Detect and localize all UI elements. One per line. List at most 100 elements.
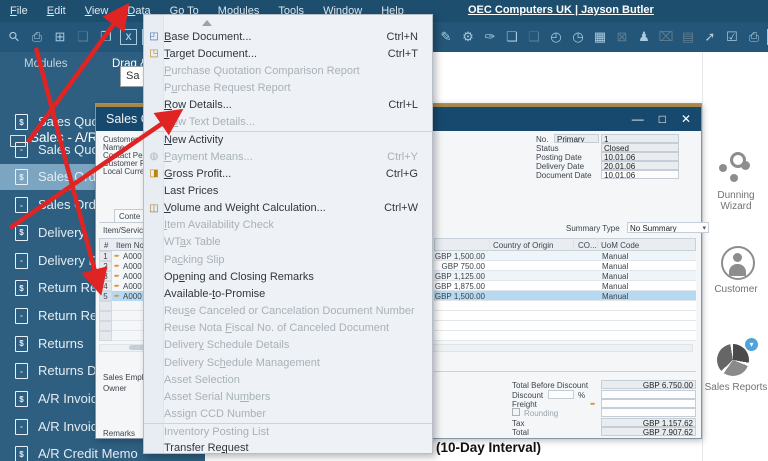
totals-label-total-before-discount: Total Before Discount <box>512 381 588 390</box>
chart-shortcut-icon[interactable]: ➚ <box>701 27 719 46</box>
rounding-checkbox[interactable] <box>512 408 520 416</box>
menu-item-new-activity[interactable]: New Activity <box>144 131 432 148</box>
grid-icon[interactable]: ▤ <box>679 27 697 46</box>
field-value-delivery-date[interactable]: 20.01.06 <box>601 161 679 170</box>
row-number-cell[interactable] <box>99 331 112 341</box>
copy-icon[interactable]: ❐ <box>97 27 115 46</box>
amount-cell: GBP 1,875.00 <box>434 282 485 291</box>
menu-item-shortcut: Ctrl+G <box>386 168 432 180</box>
menu-item-reuse-nota-fiscal-no-of-canceled-document[interactable]: Reuse Nota Fiscal No. of Canceled Docume… <box>144 320 432 337</box>
menu-item-label: Delivery Schedule Management <box>164 357 320 369</box>
totals-value-rounding <box>601 408 696 417</box>
menu-item-delivery-schedule-management[interactable]: Delivery Schedule Management <box>144 354 432 371</box>
totals-value-freight <box>601 399 696 408</box>
menubar-item-edit[interactable]: Edit <box>47 5 66 17</box>
minimize-icon[interactable]: — <box>632 112 644 126</box>
table-row[interactable] <box>434 311 696 321</box>
edit-icon[interactable]: ✎ <box>437 27 455 46</box>
link-arrow-icon[interactable]: ➨ <box>114 262 120 270</box>
menubar-item-view[interactable]: View <box>85 5 109 17</box>
menu-item-packing-slip[interactable]: Packing Slip <box>144 251 432 268</box>
archive-icon[interactable]: ⌧ <box>657 27 675 46</box>
link-arrow-icon[interactable]: ➨ <box>114 282 120 290</box>
row-number-cell[interactable] <box>99 321 112 331</box>
menu-item-reuse-canceled-or-cancelation-document-number[interactable]: Reuse Canceled or Cancelation Document N… <box>144 303 432 320</box>
menu-item-target-document[interactable]: ◳Target Document...Ctrl+T <box>144 45 432 62</box>
menu-item-row-details[interactable]: Row Details...Ctrl+L <box>144 97 432 114</box>
comment-disabled-icon[interactable]: ❏ <box>525 27 543 46</box>
menu-item-gross-profit[interactable]: ◨Gross Profit...Ctrl+G <box>144 165 432 182</box>
menu-item-assign-ccd-number[interactable]: Assign CCD Number <box>144 405 432 422</box>
menu-item-asset-serial-numbers[interactable]: Asset Serial Numbers <box>144 388 432 405</box>
form-check-icon[interactable]: ☑ <box>723 27 741 46</box>
item-number-cell[interactable]: A000 <box>123 282 142 291</box>
menu-item-purchase-quotation-comparison-report[interactable]: Purchase Quotation Comparison Report <box>144 62 432 79</box>
chevron-badge-icon[interactable]: ▾ <box>745 338 758 351</box>
menu-item-last-prices[interactable]: Last Prices <box>144 182 432 199</box>
close-icon[interactable]: ✕ <box>681 112 691 126</box>
menu-item-asset-selection[interactable]: Asset Selection <box>144 371 432 388</box>
summary-type-select[interactable]: No Summary▾ <box>627 222 709 233</box>
print-icon[interactable]: ⎙ <box>28 27 46 46</box>
print-layout-icon[interactable]: ⎙ <box>745 27 763 46</box>
account-link[interactable]: OEC Computers UK | Jayson Butler <box>468 4 654 16</box>
document-settings-icon[interactable]: ⚙ <box>459 27 477 46</box>
user-icon[interactable]: ♟ <box>635 27 653 46</box>
row-number-cell[interactable]: 3 <box>99 271 112 281</box>
sidebar-tab-modules[interactable]: Modules <box>24 58 67 70</box>
item-number-cell[interactable]: A000 <box>123 292 142 301</box>
menu-item-wtax-table[interactable]: WTax Table <box>144 234 432 251</box>
field-value-posting-date[interactable]: 10.01.06 <box>601 152 679 161</box>
menu-item-inventory-posting-list[interactable]: Inventory Posting List <box>144 423 432 440</box>
excel-export-icon[interactable]: X <box>120 29 137 45</box>
menu-item-payment-means[interactable]: ◍Payment Means...Ctrl+Y <box>144 148 432 165</box>
scroll-up-icon[interactable] <box>202 20 212 26</box>
document-edit-icon[interactable]: ✑ <box>481 27 499 46</box>
menu-item-item-availability-check[interactable]: Item Availability Check <box>144 217 432 234</box>
attachment-icon[interactable]: ❑ <box>74 27 92 46</box>
row-number-cell[interactable]: 5 <box>99 291 112 301</box>
sales-reports-icon[interactable] <box>717 344 749 376</box>
customer-icon[interactable] <box>721 246 755 280</box>
item-number-cell[interactable]: A000 <box>123 272 142 281</box>
menu-item-transfer-request[interactable]: Transfer Request <box>144 440 432 457</box>
calculator-icon[interactable]: ▦ <box>591 27 609 46</box>
comment-icon[interactable]: ❏ <box>503 27 521 46</box>
table-row[interactable] <box>434 321 696 331</box>
link-arrow-icon[interactable]: ➨ <box>114 252 120 260</box>
row-number-cell[interactable]: 2 <box>99 261 112 271</box>
dunning-wizard-icon[interactable] <box>719 152 753 184</box>
maximize-icon[interactable]: □ <box>659 112 666 126</box>
discount-input[interactable] <box>548 390 574 399</box>
row-number-cell[interactable]: 1 <box>99 251 112 261</box>
field-value-no[interactable]: 1 <box>601 134 679 143</box>
sidebar-item-label: Delivery <box>38 225 85 240</box>
menu-item-available-to-promise[interactable]: Available-to-Promise <box>144 285 432 302</box>
menu-item-row-text-details[interactable]: Row Text Details... <box>144 114 432 131</box>
row-number-cell[interactable] <box>99 311 112 321</box>
chevron-down-icon[interactable]: ▾ <box>702 223 706 233</box>
document-history-icon[interactable]: ◷ <box>569 27 587 46</box>
row-number-cell[interactable]: 4 <box>99 281 112 291</box>
menu-item-base-document[interactable]: ◰Base Document...Ctrl+N <box>144 28 432 45</box>
menu-item-delivery-schedule-details[interactable]: Delivery Schedule Details <box>144 337 432 354</box>
table-row[interactable] <box>434 331 696 341</box>
series-select[interactable]: Primary <box>554 134 599 143</box>
menubar-item-file[interactable]: File <box>10 5 28 17</box>
field-value-document-date[interactable]: 10.01.06 <box>601 170 679 179</box>
freight-link-icon[interactable]: ➨ <box>590 400 596 408</box>
menu-item-purchase-request-report[interactable]: Purchase Request Report <box>144 79 432 96</box>
link-arrow-icon[interactable]: ➨ <box>114 272 120 280</box>
link-arrow-icon[interactable]: ➨ <box>114 292 120 300</box>
lock-icon[interactable]: ⊠ <box>613 27 631 46</box>
row-number-cell[interactable] <box>99 301 112 311</box>
calendar-icon[interactable]: ⊞ <box>51 27 69 46</box>
table-row[interactable] <box>434 301 696 311</box>
field-value-status[interactable]: Closed <box>601 143 679 152</box>
find-icon[interactable]: ⚲ <box>1 23 27 49</box>
menu-item-opening-and-closing-remarks[interactable]: Opening and Closing Remarks <box>144 268 432 285</box>
menu-item-volume-and-weight-calculation[interactable]: ◫Volume and Weight Calculation...Ctrl+W <box>144 200 432 217</box>
document-info-icon[interactable]: ◴ <box>547 27 565 46</box>
item-number-cell[interactable]: A000 <box>123 262 142 271</box>
item-number-cell[interactable]: A000 <box>123 252 142 261</box>
